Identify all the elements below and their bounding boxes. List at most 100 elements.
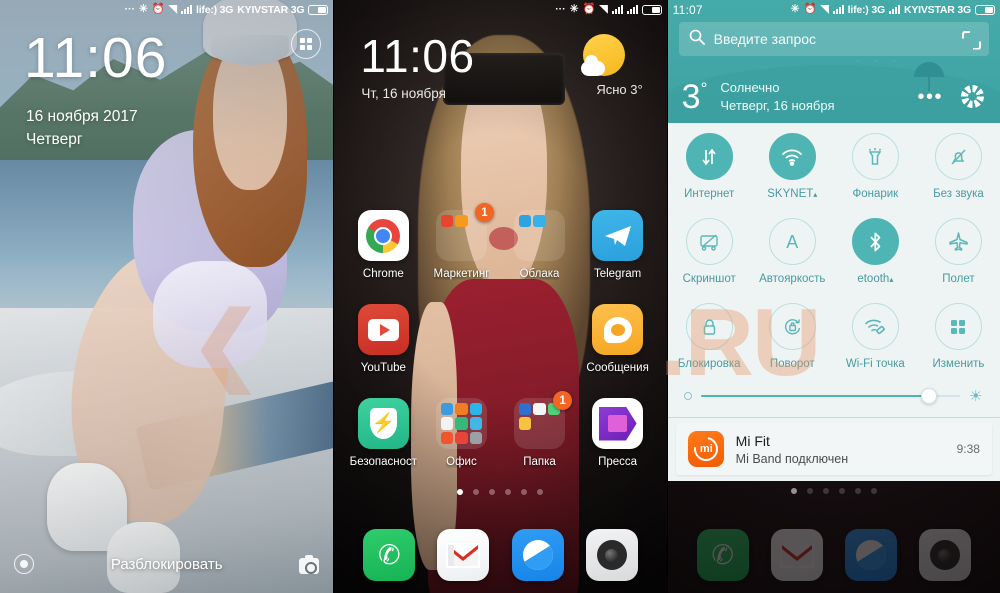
phone-icon[interactable]: ✆ <box>696 529 749 581</box>
security-icon[interactable]: ⚡ <box>357 398 409 449</box>
more-dots-icon: ··· <box>555 3 566 16</box>
notification-mi-fit[interactable]: mi Mi Fit Mi Band подключен 9:38 <box>675 423 992 475</box>
toggle-hotspot[interactable]: Wi-Fi точка <box>834 303 917 370</box>
battery-icon <box>974 4 995 15</box>
app-press[interactable]: Пресса <box>579 398 657 468</box>
folder-marketing[interactable]: 1 Маркетинг <box>422 203 500 280</box>
browser-icon[interactable] <box>844 529 897 581</box>
search-bar[interactable]: Введите запрос <box>678 22 989 56</box>
app-telegram[interactable]: Telegram <box>579 210 657 280</box>
chrome-icon[interactable] <box>357 210 409 261</box>
brightness-slider[interactable]: ☀ <box>668 384 1000 408</box>
toggle-bluetooth[interactable]: etooth▴ <box>834 218 917 285</box>
bluetooth-icon[interactable] <box>851 218 899 265</box>
search-input[interactable]: Введите запрос <box>714 31 816 47</box>
toggle-rotation[interactable]: Поворот <box>751 303 834 370</box>
lock-icon[interactable] <box>685 303 733 350</box>
toggle-label: etooth▴ <box>857 273 894 285</box>
brightness-low-icon <box>683 392 692 400</box>
search-icon <box>689 29 705 50</box>
toggle-label: Wi-Fi точка <box>845 358 905 370</box>
data-arrows-icon[interactable] <box>685 133 733 180</box>
toggle-auto-brightness[interactable]: A Автояркость <box>751 218 834 285</box>
sun-cloud-icon[interactable] <box>580 34 625 76</box>
screenshot-icon[interactable] <box>685 218 733 265</box>
scan-qr-icon[interactable] <box>962 31 979 48</box>
app-label: Пресса <box>598 456 638 468</box>
app-label: Безопасност <box>349 456 418 468</box>
more-dots-icon[interactable]: ••• <box>917 87 943 107</box>
more-dots-icon: ··· <box>124 3 136 16</box>
toggle-silent[interactable]: Без звука <box>917 133 1000 200</box>
messages-icon[interactable] <box>592 304 644 355</box>
panel-notification-shade: ⌄⌄⌄ 11:07 ✳ ⏰ ◥ life:) 3G KYIVSTAR 3G Вв… <box>666 0 1000 593</box>
shade-clock: 11:07 <box>672 2 703 17</box>
toggle-lock[interactable]: Блокировка <box>668 303 751 370</box>
camera-icon[interactable] <box>299 555 320 574</box>
press-icon[interactable] <box>592 398 644 449</box>
battery-icon <box>308 4 329 15</box>
folder-icon[interactable] <box>435 398 487 449</box>
alarm-clock-icon: ⏰ <box>151 3 165 16</box>
badge-count: 1 <box>553 391 573 410</box>
flashlight-icon[interactable] <box>851 133 899 180</box>
camera-app-icon[interactable] <box>585 529 638 581</box>
signal-bars-icon-2 <box>626 5 638 14</box>
gmail-icon[interactable] <box>437 529 490 581</box>
wifi-icon[interactable] <box>768 133 816 180</box>
carrier-label-1: life:) 3G <box>847 3 885 16</box>
gmail-icon[interactable] <box>770 529 823 581</box>
toggle-label: Без звука <box>933 188 984 200</box>
app-chrome[interactable]: Chrome <box>344 210 422 280</box>
toggle-internet[interactable]: Интернет <box>668 133 751 200</box>
home-clock-widget[interactable]: 11:06 <box>360 33 474 79</box>
alarm-clock-icon: ⏰ <box>582 3 596 16</box>
brightness-track[interactable] <box>700 388 960 404</box>
hotspot-icon[interactable] <box>851 303 899 350</box>
statusbar-shade: 11:07 ✳ ⏰ ◥ life:) 3G KYIVSTAR 3G <box>668 0 1000 19</box>
toggle-label: Фонарик <box>852 188 899 200</box>
toggle-edit[interactable]: Изменить <box>917 303 1000 370</box>
lockscreen-weekday: Четверг <box>26 131 83 148</box>
lockscreen-date: 16 ноября 2017 <box>26 108 138 125</box>
auto-brightness-icon[interactable]: A <box>768 218 816 265</box>
notification-text: Mi Band подключен <box>735 451 849 466</box>
folder-icon[interactable] <box>514 210 566 261</box>
app-youtube[interactable]: YouTube <box>344 304 422 374</box>
unlock-label[interactable]: Разблокировать <box>0 556 333 573</box>
bluetooth-icon: ✳ <box>139 3 148 16</box>
brightness-knob[interactable] <box>920 388 937 404</box>
app-label: Облака <box>519 268 560 280</box>
folder-clouds[interactable]: Облака <box>500 210 578 280</box>
folder-papka[interactable]: 1 Папка <box>500 391 578 468</box>
toggle-wifi[interactable]: SKYNET▴ <box>751 133 834 200</box>
brightness-high-icon: ☀ <box>968 387 983 405</box>
signal-bars-icon <box>611 5 623 14</box>
home-page-indicator-dimmed[interactable] <box>668 488 1000 494</box>
youtube-icon[interactable] <box>357 304 409 355</box>
mi-fit-icon: mi <box>687 431 724 467</box>
gear-icon[interactable] <box>960 85 984 108</box>
airplane-icon[interactable] <box>934 218 982 265</box>
weather-widget[interactable]: 3° Солнечно Четверг, 16 ноября ••• <box>668 70 1000 123</box>
app-messages[interactable]: Сообщения <box>579 304 657 374</box>
home-weather-label: Ясно 3° <box>596 82 643 97</box>
browser-icon[interactable] <box>511 529 564 581</box>
phone-icon[interactable]: ✆ <box>363 529 416 581</box>
toggle-airplane[interactable]: Полет <box>917 218 1000 285</box>
wifi-icon: ◥ <box>168 3 177 16</box>
notification-title: Mi Fit <box>735 432 770 449</box>
toggle-flashlight[interactable]: Фонарик <box>834 133 917 200</box>
app-security[interactable]: ⚡ Безопасност <box>344 398 422 468</box>
toggle-screenshot[interactable]: Скриншот <box>668 218 751 285</box>
edit-grid-icon[interactable] <box>934 303 982 350</box>
telegram-icon[interactable] <box>592 210 644 261</box>
carrier-label-2: KYIVSTAR 3G <box>237 3 305 16</box>
signal-bars-icon-2 <box>888 5 900 14</box>
folder-office[interactable]: Офис <box>422 398 500 468</box>
rotation-lock-icon[interactable] <box>768 303 816 350</box>
toggle-label: Автояркость <box>759 273 826 285</box>
bell-off-icon[interactable] <box>934 133 982 180</box>
home-page-indicator[interactable] <box>334 489 666 495</box>
camera-app-icon[interactable] <box>918 529 971 581</box>
